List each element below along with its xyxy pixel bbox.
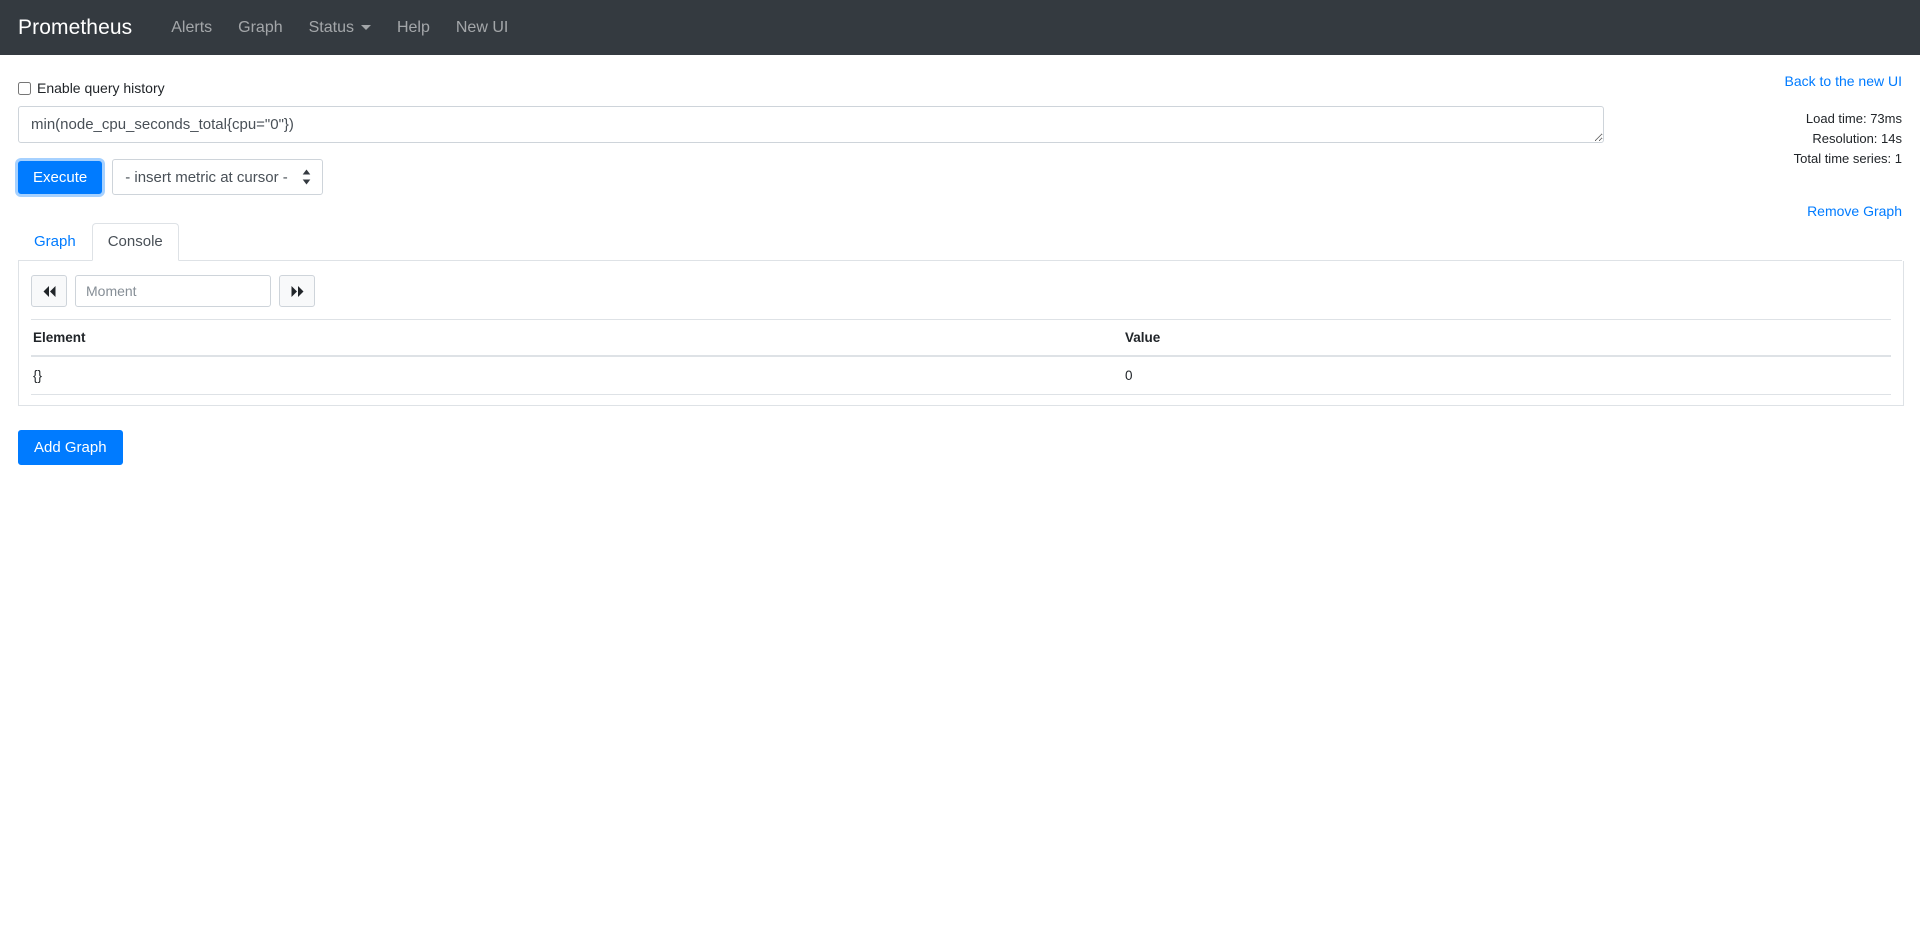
moment-controls [31,275,1891,307]
console-table-header-row: Element Value [31,319,1891,357]
add-graph-button[interactable]: Add Graph [18,430,123,465]
main-navbar: Prometheus Alerts Graph Status Help New … [0,0,1920,55]
execute-button[interactable]: Execute [18,160,103,194]
tab-console[interactable]: Console [91,223,179,261]
table-row: {} 0 [31,356,1891,395]
nav-item-alerts-label: Alerts [171,18,213,36]
query-expression-wrap [18,106,1604,143]
cell-value: 0 [1123,356,1891,395]
resolution-text: Resolution: 14s [1812,130,1902,146]
insert-metric-select[interactable]: - insert metric at cursor - [112,159,324,195]
load-time-text: Load time: 73ms [1805,111,1902,126]
double-chevron-left-icon[interactable] [31,275,67,307]
insert-metric-select-wrap: - insert metric at cursor - [112,159,324,195]
query-controls-row: Execute - insert metric at cursor - [18,159,1902,195]
result-tabs: Graph Console [18,223,1902,261]
nav-item-new-ui[interactable]: New UI [443,11,521,45]
console-table-head: Element Value [31,319,1891,357]
chevron-down-icon [360,25,371,30]
page-container: Back to the new UI Load time: 73ms Resol… [0,55,1920,465]
nav-item-new-ui-label: New UI [455,18,509,36]
nav-item-graph[interactable]: Graph [225,11,295,45]
nav-item-help[interactable]: Help [384,11,443,45]
query-meta-panel: Back to the new UI Load time: 73ms Resol… [1784,73,1902,219]
brand-prometheus[interactable]: Prometheus [18,16,132,40]
column-header-value: Value [1123,319,1891,357]
cell-element: {} [31,356,1123,395]
tab-graph[interactable]: Graph [18,223,92,261]
column-header-element: Element [31,319,1123,357]
query-expression-input[interactable] [18,106,1604,143]
console-result-table: Element Value {} 0 [31,319,1891,395]
console-table-body: {} 0 [31,356,1891,395]
nav-item-alerts[interactable]: Alerts [158,11,225,45]
double-chevron-right-icon[interactable] [279,275,315,307]
back-to-new-ui-link[interactable]: Back to the new UI [1784,73,1902,89]
total-time-series-text: Total time series: 1 [1793,150,1902,166]
nav-item-graph-label: Graph [238,18,283,36]
query-history-row: Enable query history [18,55,1902,96]
console-panel: Element Value {} 0 [18,261,1904,406]
enable-query-history-checkbox[interactable] [18,81,31,95]
enable-query-history-label[interactable]: Enable query history [37,80,165,96]
remove-graph-link[interactable]: Remove Graph [1784,203,1902,219]
nav-item-status[interactable]: Status [296,11,384,45]
nav-item-status-label: Status [308,18,354,36]
nav-item-help-label: Help [396,18,430,36]
moment-input[interactable] [75,275,271,307]
navbar-links: Alerts Graph Status Help New UI [158,11,521,45]
